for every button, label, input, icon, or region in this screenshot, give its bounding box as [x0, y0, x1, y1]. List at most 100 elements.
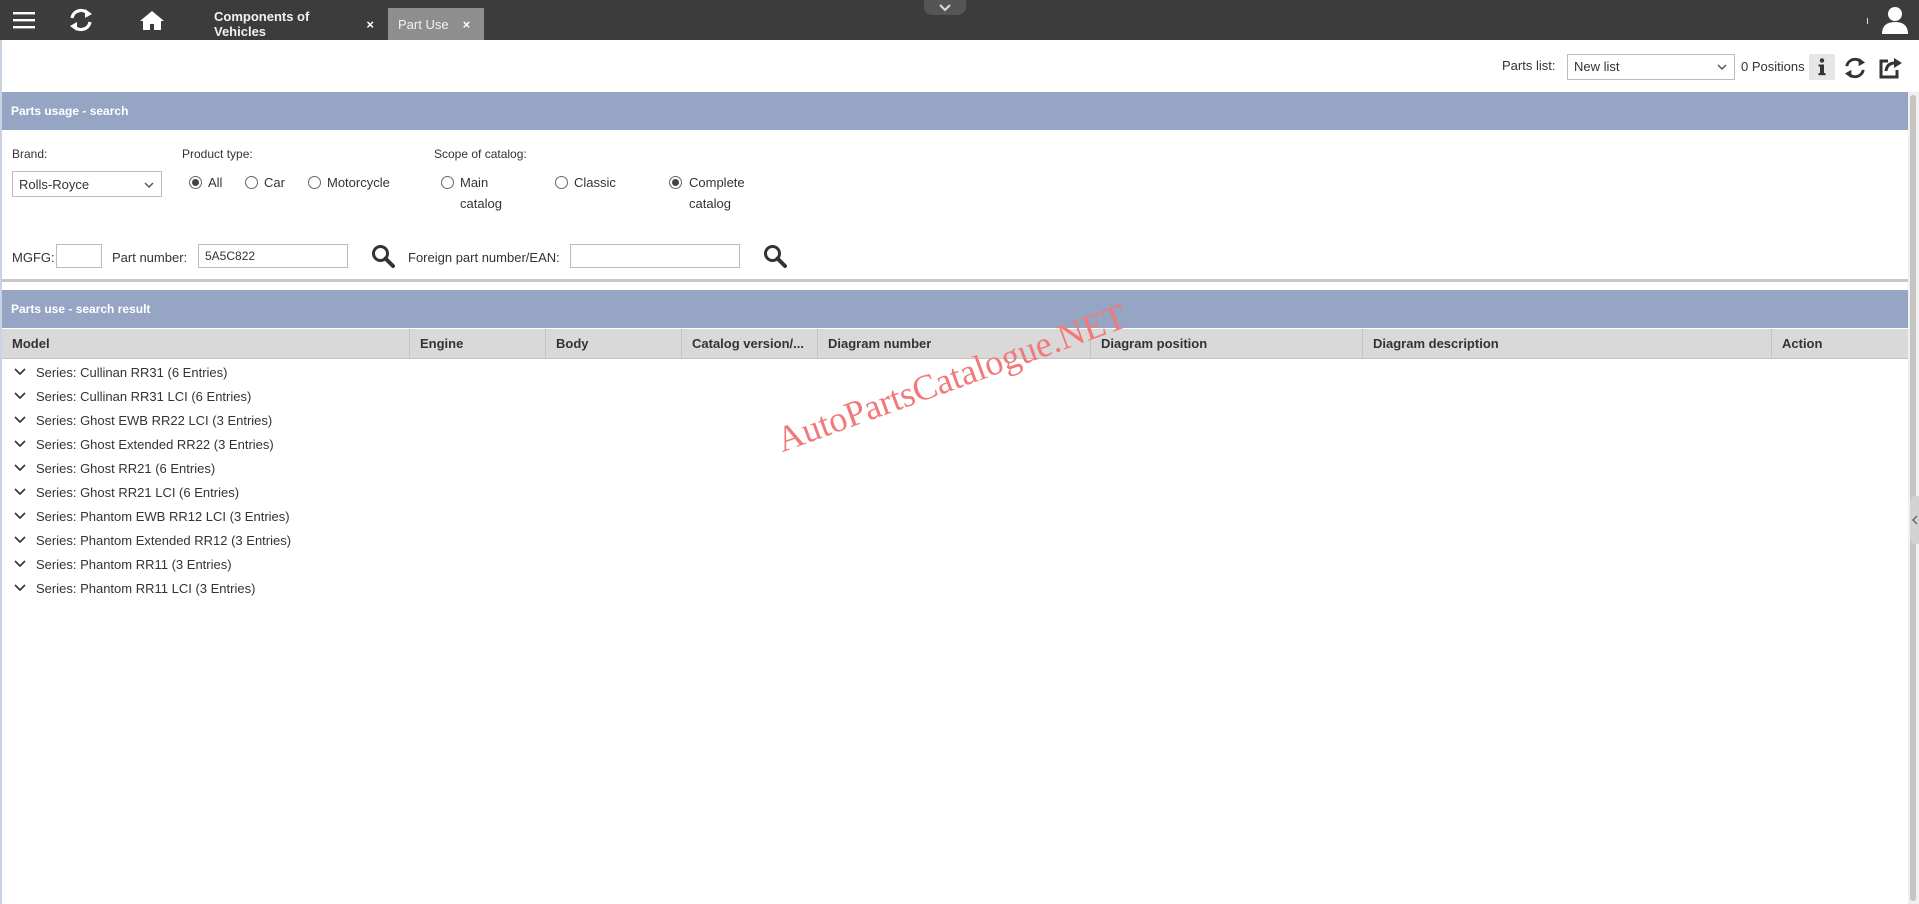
series-row[interactable]: Series: Ghost RR21 LCI (6 Entries): [2, 480, 602, 504]
column-header-action[interactable]: Action: [1772, 329, 1908, 358]
hamburger-icon: [13, 12, 35, 29]
series-row-label: Series: Phantom EWB RR12 LCI (3 Entries): [36, 508, 290, 524]
column-header-body[interactable]: Body: [546, 329, 682, 358]
foreign-search-button[interactable]: [761, 242, 789, 270]
mgfg-label: MGFG:: [12, 250, 55, 265]
separator-mark: [1867, 18, 1868, 24]
series-row[interactable]: Series: Cullinan RR31 (6 Entries): [2, 360, 602, 384]
user-icon: [1882, 7, 1908, 34]
series-row-label: Series: Cullinan RR31 (6 Entries): [36, 364, 228, 380]
info-button[interactable]: [1809, 54, 1835, 80]
series-row-label: Series: Phantom RR11 (3 Entries): [36, 556, 232, 572]
radio-scope-classic[interactable]: [555, 176, 568, 189]
home-icon: [140, 11, 164, 30]
expand-row-button[interactable]: [2, 368, 36, 376]
radio-product-car[interactable]: [245, 176, 258, 189]
radio-product-motorcycle[interactable]: [308, 176, 321, 189]
expand-row-button[interactable]: [2, 440, 36, 448]
side-panel-handle[interactable]: [1910, 496, 1919, 544]
expand-row-button[interactable]: [2, 560, 36, 568]
brand-select[interactable]: Rolls-Royce: [12, 171, 162, 197]
series-row[interactable]: Series: Phantom Extended RR12 (3 Entries…: [2, 528, 602, 552]
info-icon: [1818, 58, 1826, 76]
chevron-down-icon: [14, 488, 26, 496]
series-row[interactable]: Series: Phantom EWB RR12 LCI (3 Entries): [2, 504, 602, 528]
mgfg-input[interactable]: [56, 244, 102, 268]
reload-button[interactable]: [64, 0, 98, 40]
refresh-icon: [1844, 57, 1866, 79]
series-row-label: Series: Ghost RR21 (6 Entries): [36, 460, 216, 476]
expand-row-button[interactable]: [2, 584, 36, 592]
radio-label-all: All: [208, 175, 223, 190]
parts-list-label: Parts list:: [1502, 58, 1556, 73]
series-row-label: Series: Phantom Extended RR12 (3 Entries…: [36, 532, 292, 548]
expand-row-button[interactable]: [2, 536, 36, 544]
user-button[interactable]: [1878, 0, 1912, 40]
section-title: Parts use - search result: [11, 302, 151, 316]
export-icon: [1879, 58, 1902, 79]
chevron-down-icon: [14, 512, 26, 520]
radio-product-all[interactable]: [189, 176, 202, 189]
positions-count: 0 Positions: [1741, 59, 1805, 74]
radio-label-classic: Classic: [574, 175, 616, 190]
series-row-label: Series: Cullinan RR31 LCI (6 Entries): [36, 388, 252, 404]
search-icon: [372, 245, 395, 268]
section-title: Parts usage - search: [11, 104, 129, 118]
refresh-list-button[interactable]: [1840, 54, 1870, 82]
brand-label: Brand:: [12, 147, 48, 161]
results-section-header: Parts use - search result: [2, 290, 1908, 328]
radio-scope-complete[interactable]: [669, 176, 682, 189]
part-number-input[interactable]: [198, 244, 348, 268]
tab-label: Part Use: [398, 16, 449, 32]
series-row-label: Series: Ghost RR21 LCI (6 Entries): [36, 484, 240, 500]
column-header-model[interactable]: Model: [2, 329, 410, 358]
home-button[interactable]: [136, 0, 168, 40]
radio-label-car: Car: [264, 175, 285, 190]
column-header-catalog-version[interactable]: Catalog version/...: [682, 329, 818, 358]
menu-button[interactable]: [8, 0, 40, 40]
series-row[interactable]: Series: Ghost RR21 (6 Entries): [2, 456, 602, 480]
chevron-down-icon: [14, 536, 26, 544]
chevron-down-icon: [14, 416, 26, 424]
parts-list-select[interactable]: New list: [1567, 54, 1735, 80]
section-divider: [2, 279, 1908, 282]
chevron-left-icon: [1911, 515, 1918, 525]
collapse-handle[interactable]: [924, 0, 966, 15]
chevron-down-icon: [14, 392, 26, 400]
chevron-down-icon: [1717, 64, 1727, 71]
column-header-diagram-description[interactable]: Diagram description: [1363, 329, 1772, 358]
chevron-down-icon: [14, 584, 26, 592]
chevron-down-icon: [144, 182, 154, 189]
foreign-part-label: Foreign part number/EAN:: [408, 250, 560, 265]
expand-row-button[interactable]: [2, 512, 36, 520]
part-number-label: Part number:: [112, 250, 188, 265]
column-header-engine[interactable]: Engine: [410, 329, 546, 358]
series-row[interactable]: Series: Ghost EWB RR22 LCI (3 Entries): [2, 408, 602, 432]
series-row[interactable]: Series: Cullinan RR31 LCI (6 Entries): [2, 384, 602, 408]
expand-row-button[interactable]: [2, 416, 36, 424]
series-row[interactable]: Series: Phantom RR11 (3 Entries): [2, 552, 602, 576]
chevron-down-icon: [14, 368, 26, 376]
part-search-button[interactable]: [369, 242, 397, 270]
tab-components-of-vehicles[interactable]: Components of Vehicles ×: [204, 8, 384, 40]
close-icon[interactable]: ×: [463, 17, 471, 32]
search-section-header: Parts usage - search: [2, 92, 1908, 130]
refresh-icon: [70, 8, 92, 32]
tab-part-use[interactable]: Part Use ×: [388, 8, 484, 40]
scope-label: Scope of catalog:: [434, 147, 527, 161]
series-row-label: Series: Ghost EWB RR22 LCI (3 Entries): [36, 412, 273, 428]
product-type-label: Product type:: [182, 147, 253, 161]
series-row[interactable]: Series: Ghost Extended RR22 (3 Entries): [2, 432, 602, 456]
chevron-down-icon: [14, 440, 26, 448]
radio-label-motorcycle: Motorcycle: [327, 175, 390, 190]
expand-row-button[interactable]: [2, 488, 36, 496]
close-icon[interactable]: ×: [366, 17, 374, 32]
expand-row-button[interactable]: [2, 392, 36, 400]
foreign-part-input[interactable]: [570, 244, 740, 268]
radio-scope-main[interactable]: [441, 176, 454, 189]
series-row[interactable]: Series: Phantom RR11 LCI (3 Entries): [2, 576, 602, 600]
expand-row-button[interactable]: [2, 464, 36, 472]
search-icon: [764, 245, 787, 268]
export-button[interactable]: [1876, 54, 1906, 82]
chevron-down-icon: [939, 3, 951, 11]
